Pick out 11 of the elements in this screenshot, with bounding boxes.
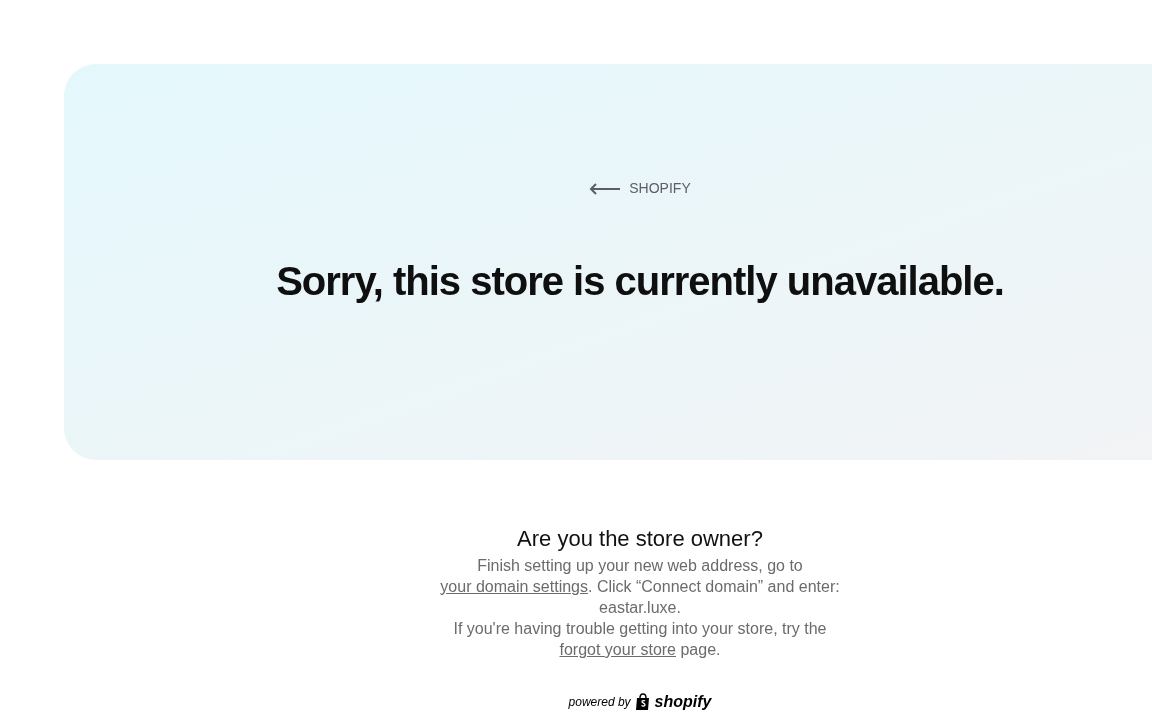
shopping-bag-icon [634, 693, 651, 711]
text-link[interactable]: forgot your store [559, 641, 676, 658]
back-link[interactable]: SHOPIFY [589, 178, 691, 199]
arrow-left-icon [589, 182, 622, 195]
section-title: Are you the store owner? [517, 525, 763, 553]
powered-by-text: powered by [568, 694, 631, 711]
help-text: Finish setting up your new web address, go to your domain settings. Click “Connect domain” and enter: eastar.luxe. [439, 556, 841, 618]
text-link[interactable]: your domain settings [440, 578, 588, 595]
brand-wordmark: shopify [654, 692, 712, 712]
help-text: If you're having trouble getting into your store, try the forgot your store page. [452, 619, 828, 660]
page-heading: Sorry, this store is currently unavailable. [276, 258, 1004, 305]
